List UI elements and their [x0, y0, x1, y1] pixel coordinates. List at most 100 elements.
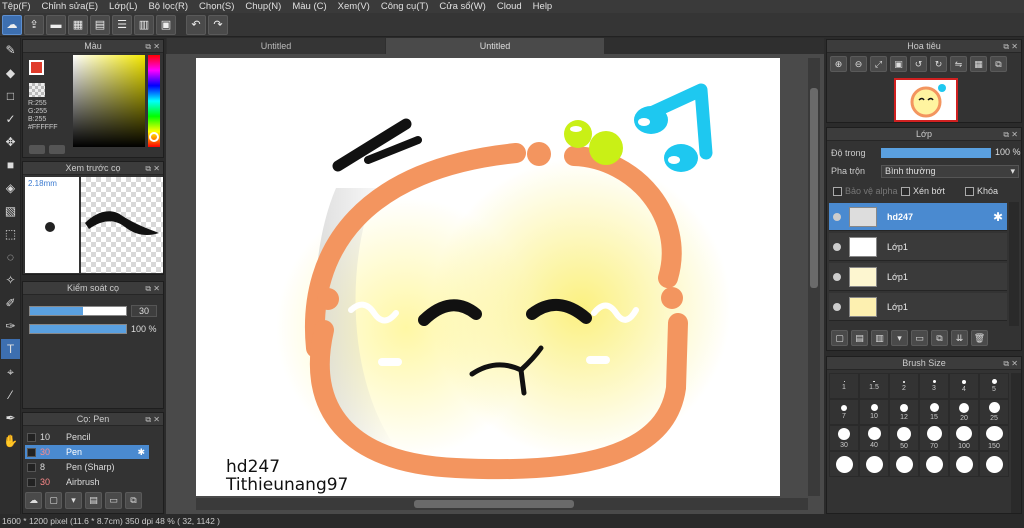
- new-layer-1bit-icon[interactable]: ▥: [871, 330, 888, 346]
- lock-checkbox[interactable]: Khóa: [965, 186, 998, 196]
- select-eraser-tool-icon[interactable]: ✑: [1, 316, 20, 336]
- brush-item-pencil[interactable]: 10 Pencil: [25, 430, 149, 444]
- duplicate-layer-icon[interactable]: ⧉: [931, 330, 948, 346]
- menu-file[interactable]: Tệp(F): [2, 1, 31, 12]
- brush-size-cell[interactable]: 4: [949, 373, 979, 399]
- menu-cloud[interactable]: Cloud: [497, 1, 522, 12]
- layer-scrollbar[interactable]: [1009, 202, 1019, 326]
- brush-size-cell[interactable]: 2: [889, 373, 919, 399]
- color-swap-button[interactable]: [49, 145, 65, 154]
- table-icon[interactable]: ▥: [134, 14, 154, 35]
- new-layer-icon[interactable]: ▢: [831, 330, 848, 346]
- text-tool-icon[interactable]: T: [1, 339, 20, 359]
- comment-icon[interactable]: ▬: [46, 14, 66, 35]
- brush-checkbox[interactable]: [27, 432, 36, 442]
- hue-knob[interactable]: [149, 132, 159, 142]
- menu-filter[interactable]: Bộ lọc(R): [148, 1, 188, 12]
- layer-item-1[interactable]: Lớp1: [829, 233, 1007, 261]
- rotate-icon[interactable]: ↻: [930, 56, 947, 72]
- select-pen-tool-icon[interactable]: ✐: [1, 293, 20, 313]
- protect-alpha-checkbox[interactable]: Bảo vệ alpha: [833, 186, 898, 196]
- vertical-scroll-thumb[interactable]: [810, 88, 818, 288]
- menu-select[interactable]: Chọn(S): [199, 1, 234, 12]
- hand-tool-icon[interactable]: ✋: [1, 431, 20, 451]
- tab-untitled-2[interactable]: Untitled: [386, 38, 604, 54]
- brush-size-cell[interactable]: 50: [889, 425, 919, 451]
- rect-tool-icon[interactable]: □: [1, 86, 20, 106]
- panel-controls-icon[interactable]: ⧉ ✕: [145, 282, 160, 295]
- settings-icon[interactable]: ▦: [970, 56, 987, 72]
- brush-size-cell[interactable]: [859, 451, 889, 477]
- menu-view[interactable]: Xem(V): [338, 1, 370, 12]
- clipping-checkbox[interactable]: Xén bớt: [901, 186, 945, 196]
- layer-item-2[interactable]: Lớp1: [829, 263, 1007, 291]
- menu-color[interactable]: Màu (C): [292, 1, 326, 12]
- panel-controls-icon[interactable]: ⧉ ✕: [1003, 357, 1018, 370]
- copy-brush-icon[interactable]: ▤: [85, 492, 102, 509]
- operation-tool-icon[interactable]: ⌖: [1, 362, 20, 382]
- fit-icon[interactable]: ⤢: [870, 56, 887, 72]
- magic-tool-icon[interactable]: ✓: [1, 109, 20, 129]
- canvas-horizontal-scrollbar[interactable]: [196, 498, 808, 510]
- visibility-icon[interactable]: [833, 242, 841, 251]
- brush-item-airbrush[interactable]: 30 Airbrush: [25, 475, 149, 489]
- brush-size-cell[interactable]: 100: [949, 425, 979, 451]
- panel-controls-icon[interactable]: ⧉ ✕: [145, 162, 160, 175]
- brush-size-slider[interactable]: [29, 306, 127, 316]
- reset-view-icon[interactable]: ↺: [910, 56, 927, 72]
- bucket-tool-icon[interactable]: ◈: [1, 178, 20, 198]
- color-option-button[interactable]: [29, 145, 45, 154]
- folder-icon[interactable]: ▭: [105, 492, 122, 509]
- layer-opacity-slider[interactable]: [881, 148, 991, 158]
- panel-controls-icon[interactable]: ⧉ ✕: [145, 40, 160, 53]
- select-tool-icon[interactable]: ⬚: [1, 224, 20, 244]
- list-icon[interactable]: ☰: [112, 14, 132, 35]
- brush-tool-icon[interactable]: ✎: [1, 40, 20, 60]
- brush-size-cell[interactable]: 20: [949, 399, 979, 425]
- brush-item-pen-sharp[interactable]: 8 Pen (Sharp): [25, 460, 149, 474]
- brush-size-cell[interactable]: 1.5: [859, 373, 889, 399]
- brush-size-cell[interactable]: 150: [979, 425, 1009, 451]
- merge-layer-icon[interactable]: ⇊: [951, 330, 968, 346]
- brush-size-cell[interactable]: 30: [829, 425, 859, 451]
- brush-size-cell[interactable]: [889, 451, 919, 477]
- layer-item-3[interactable]: Lớp1: [829, 293, 1007, 321]
- brush-item-pen[interactable]: 30 Pen ✱: [25, 445, 149, 459]
- brush-size-cell[interactable]: 15: [919, 399, 949, 425]
- menu-edit[interactable]: Chỉnh sửa(E): [42, 1, 99, 12]
- zoom-out-icon[interactable]: ⊖: [850, 56, 867, 72]
- brush-size-cell[interactable]: [919, 451, 949, 477]
- horizontal-scroll-thumb[interactable]: [414, 500, 574, 508]
- layer-item-hd247[interactable]: hd247 ✱: [829, 203, 1007, 231]
- gear-icon[interactable]: ✱: [137, 447, 145, 458]
- cloud-brush-icon[interactable]: ☁: [25, 492, 42, 509]
- brush-size-cell[interactable]: 25: [979, 399, 1009, 425]
- eraser-tool-icon[interactable]: ◆: [1, 63, 20, 83]
- delete-layer-icon[interactable]: 🗑: [971, 330, 988, 346]
- redo-icon[interactable]: ↷: [208, 14, 228, 35]
- brush-size-cell[interactable]: [979, 451, 1009, 477]
- dropper-tool-icon[interactable]: ⁄: [1, 385, 20, 405]
- menu-capture[interactable]: Chụp(N): [245, 1, 281, 12]
- menu-layer[interactable]: Lớp(L): [109, 1, 137, 12]
- transparent-color-swatch[interactable]: [29, 83, 45, 97]
- lasso-tool-icon[interactable]: ◌: [1, 247, 20, 267]
- gradient-tool-icon[interactable]: ▧: [1, 201, 20, 221]
- menu-window[interactable]: Cửa sổ(W): [439, 1, 485, 12]
- visibility-icon[interactable]: [833, 272, 841, 281]
- brush-size-cell[interactable]: 10: [859, 399, 889, 425]
- brush-size-cell[interactable]: 1: [829, 373, 859, 399]
- brush-size-cell[interactable]: [829, 451, 859, 477]
- brush-menu-icon[interactable]: ▾: [65, 492, 82, 509]
- flip-icon[interactable]: ⇋: [950, 56, 967, 72]
- export-icon[interactable]: ⇪: [24, 14, 44, 35]
- move-tool-icon[interactable]: ✥: [1, 132, 20, 152]
- visibility-icon[interactable]: [833, 212, 841, 221]
- panel-controls-icon[interactable]: ⧉ ✕: [1003, 128, 1018, 141]
- pen-tool-icon[interactable]: ✒: [1, 408, 20, 428]
- blend-mode-select[interactable]: Bình thường ▾: [881, 165, 1019, 178]
- document-icon[interactable]: ▤: [90, 14, 110, 35]
- cloud-icon[interactable]: ☁: [2, 14, 22, 35]
- new-layer-8bit-icon[interactable]: ▤: [851, 330, 868, 346]
- brush-checkbox[interactable]: [27, 477, 36, 487]
